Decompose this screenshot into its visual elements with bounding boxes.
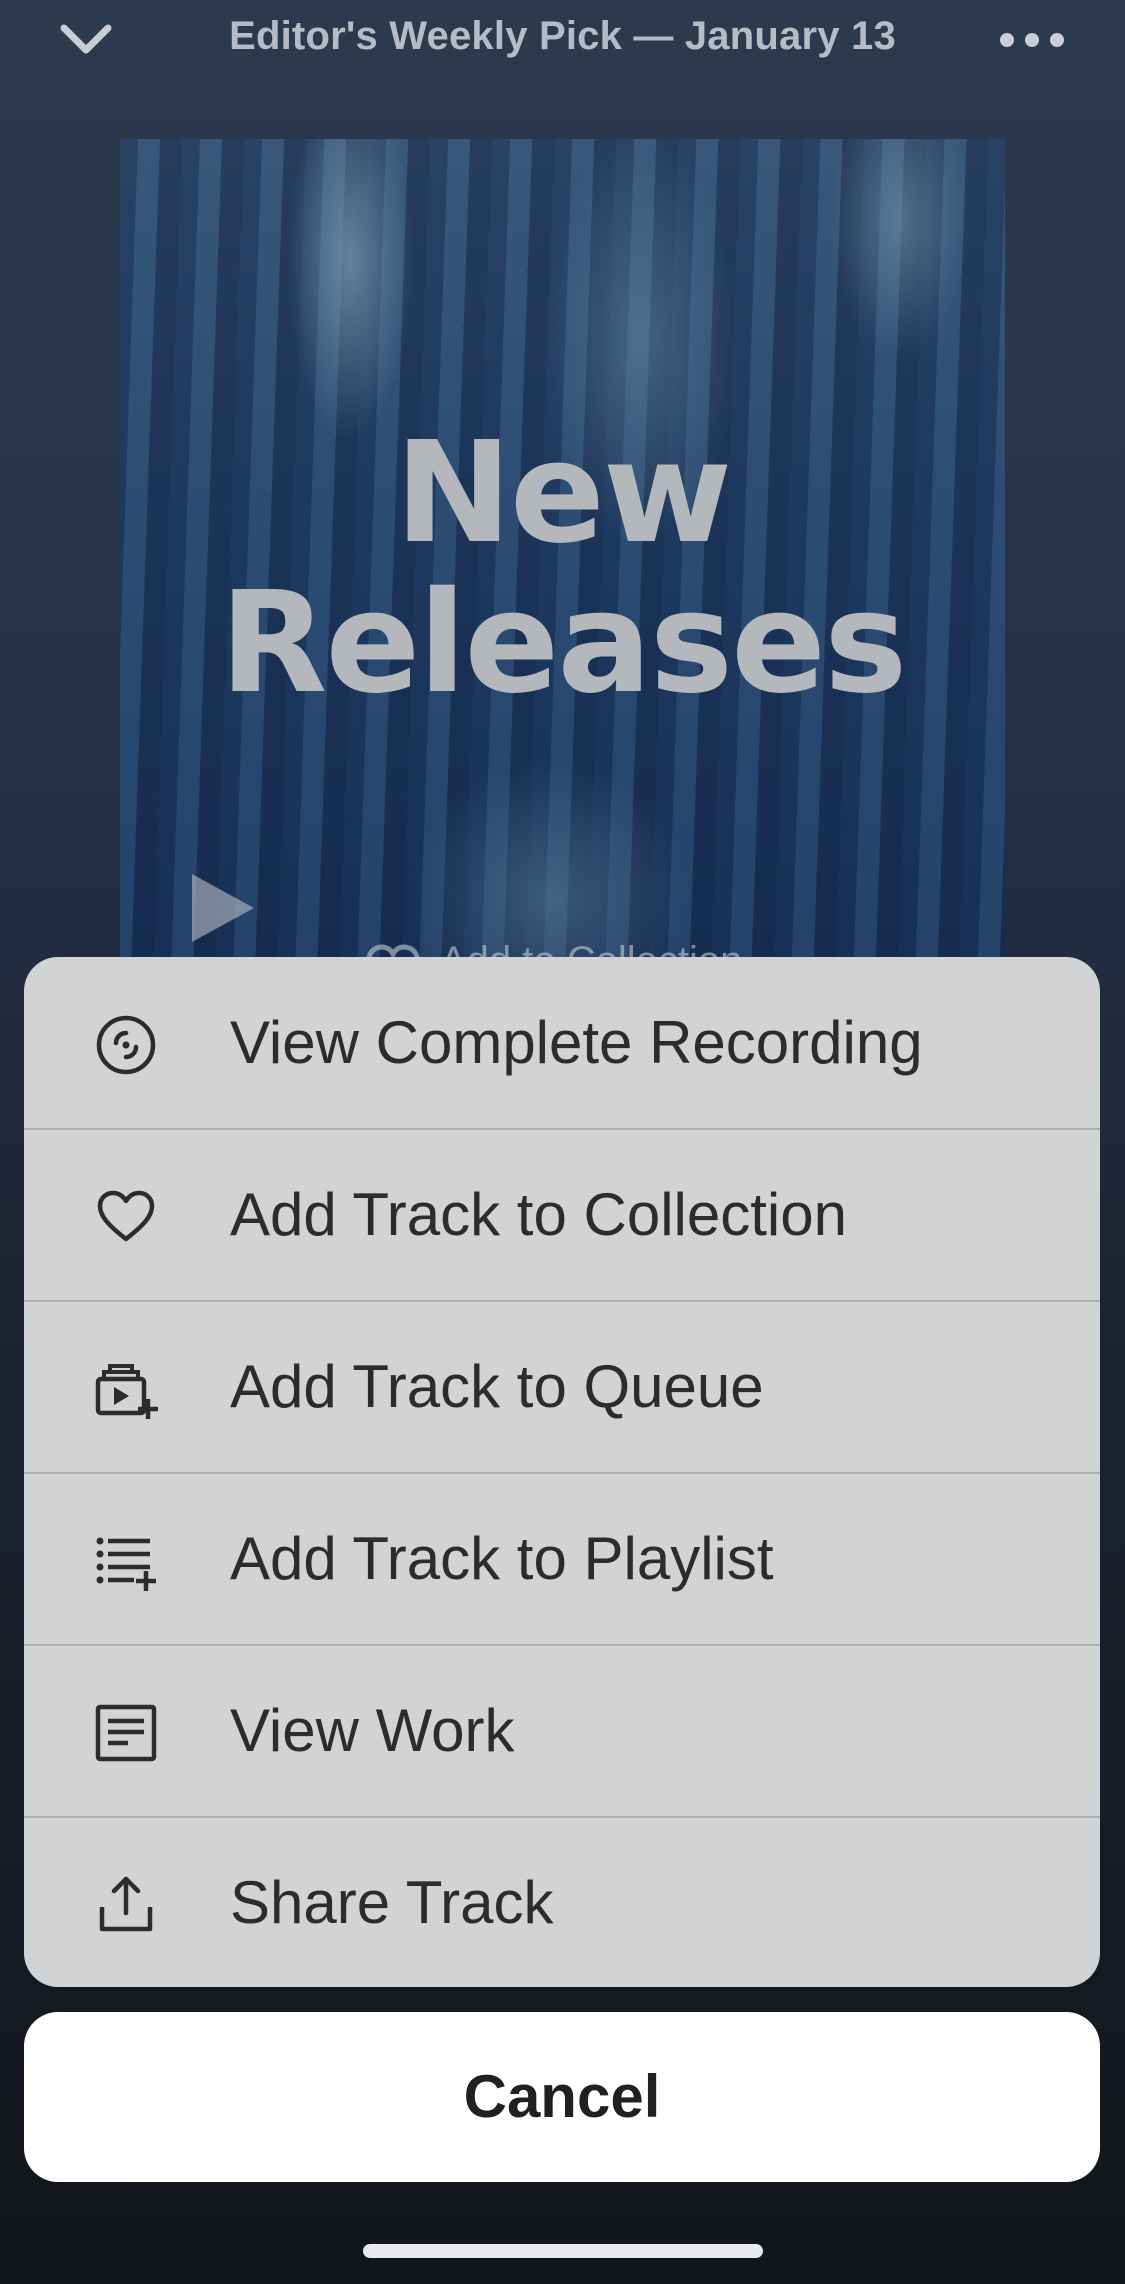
action-add-track-to-playlist[interactable]: Add Track to Playlist	[24, 1473, 1100, 1645]
home-indicator	[363, 2244, 763, 2258]
recording-icon	[96, 1015, 156, 1075]
action-sheet: View Complete Recording Add Track to Col…	[24, 957, 1100, 1987]
action-view-complete-recording[interactable]: View Complete Recording	[24, 957, 1100, 1129]
action-label: View Complete Recording	[230, 1009, 923, 1076]
cancel-button[interactable]: Cancel	[24, 2012, 1100, 2182]
top-bar: Editor's Weekly Pick — January 13	[0, 0, 1125, 80]
action-view-work[interactable]: View Work	[24, 1645, 1100, 1817]
action-share-track[interactable]: Share Track	[24, 1817, 1100, 1987]
action-label: View Work	[230, 1697, 515, 1764]
playlist-artwork: New Releases Add to Collection	[120, 139, 1005, 999]
action-label: Add Track to Queue	[230, 1353, 764, 1420]
share-icon	[99, 1876, 153, 1932]
document-icon	[95, 1704, 157, 1762]
action-add-track-to-collection[interactable]: Add Track to Collection	[24, 1129, 1100, 1301]
page-title: Editor's Weekly Pick — January 13	[229, 14, 896, 58]
action-add-track-to-queue[interactable]: Add Track to Queue	[24, 1301, 1100, 1473]
more-options-icon[interactable]	[997, 30, 1067, 50]
dim-overlay	[120, 139, 1005, 999]
heart-icon	[97, 1190, 155, 1242]
playlist-add-icon	[96, 1537, 156, 1591]
action-label: Add Track to Playlist	[230, 1525, 774, 1592]
chevron-down-icon[interactable]	[58, 18, 114, 62]
queue-icon	[95, 1364, 158, 1419]
action-label: Add Track to Collection	[230, 1181, 847, 1248]
play-icon	[192, 874, 254, 942]
action-label: Share Track	[230, 1869, 554, 1936]
